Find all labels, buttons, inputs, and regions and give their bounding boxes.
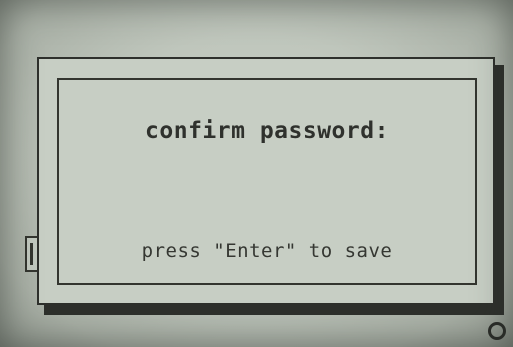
dialog-title: confirm password: (145, 118, 389, 144)
lcd-screen: confirm password: press "Enter" to save (0, 0, 513, 347)
circle-icon (488, 322, 506, 340)
scroll-indicator (25, 236, 37, 272)
scroll-indicator-bar (30, 243, 33, 265)
save-hint: press "Enter" to save (141, 240, 393, 262)
